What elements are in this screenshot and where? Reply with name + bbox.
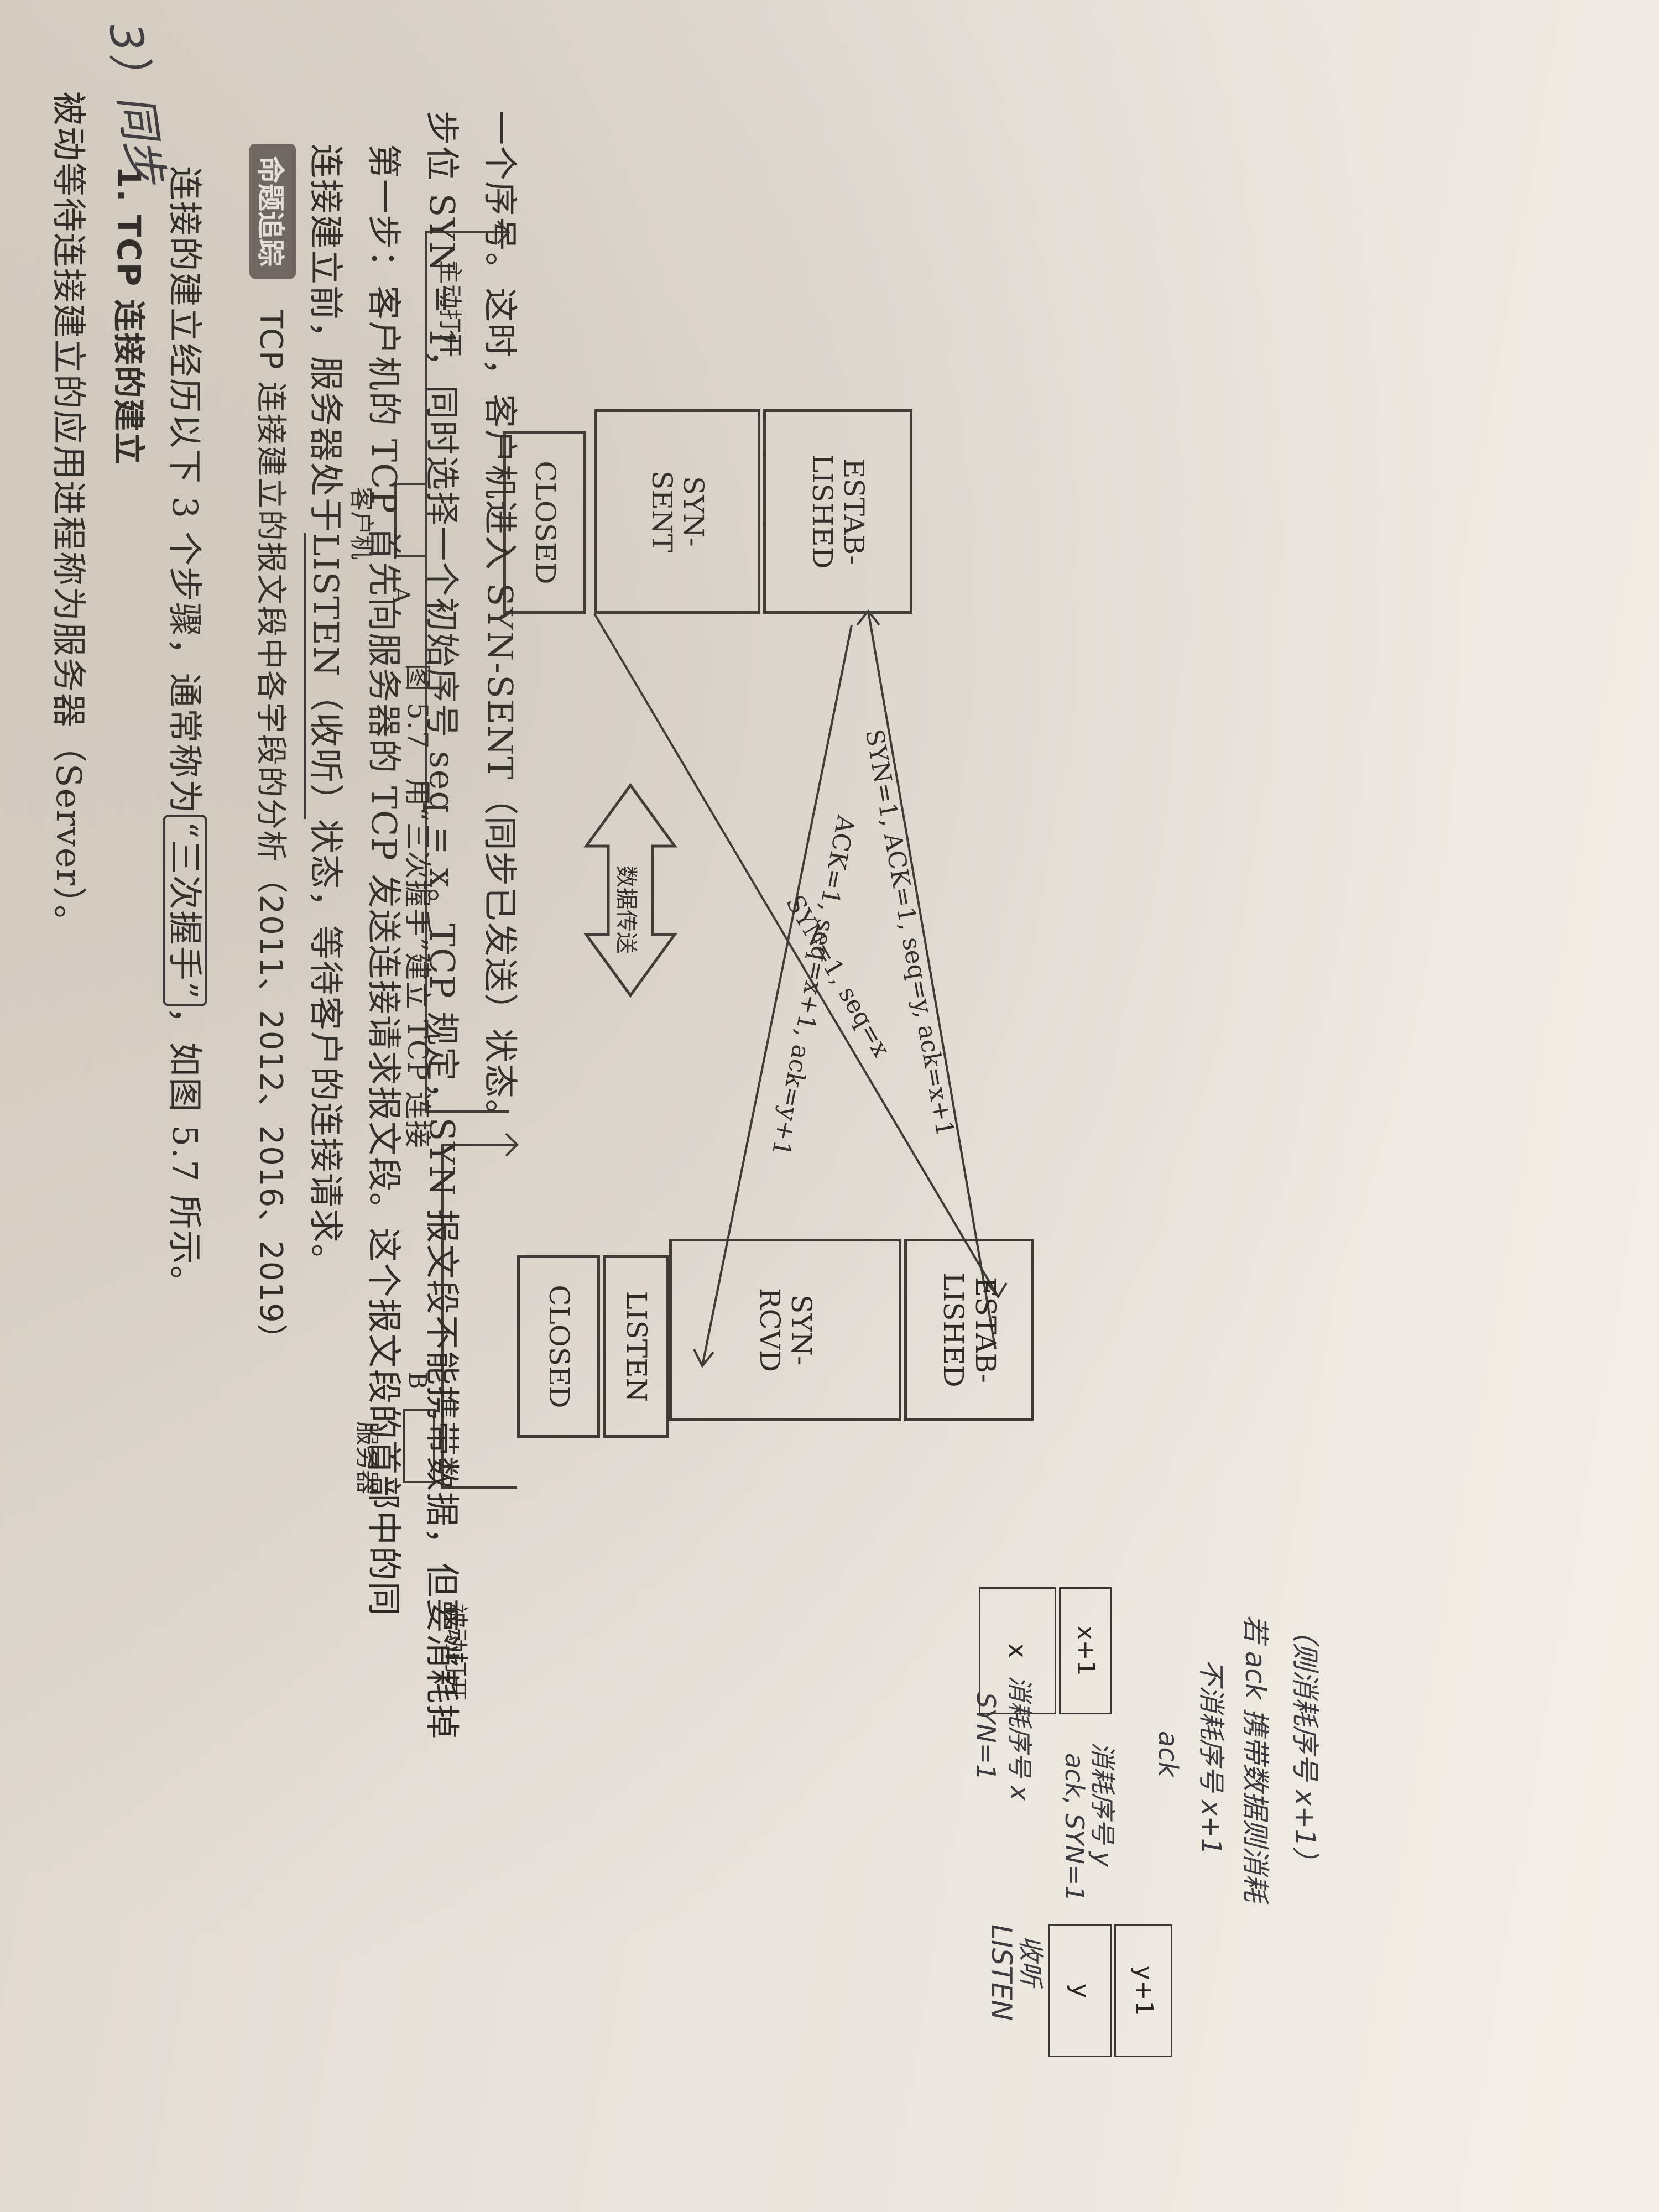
handwritten-box-x: x xyxy=(979,1587,1056,1714)
server-state-established: ESTAB- LISHED xyxy=(904,1239,1034,1421)
data-transfer-label: 数据传送 xyxy=(613,865,639,954)
topic-trace-line: TCP 连接建立的报文段中各字段的分析（2011、2012、2016、2019） xyxy=(253,310,289,1356)
handwritten-listen-state: 收听 xyxy=(1016,1936,1046,1986)
handwritten-note-carry-data: 若 ack 携带数据则消耗 xyxy=(1239,1615,1271,1902)
server-state-syn-rcvd: SYN- RCVD xyxy=(669,1239,901,1421)
step1-line3: 一个序号。这时，客户机进入 SYN-SENT（同步已发送）状态。 xyxy=(480,111,520,1135)
client-state-established: ESTAB- LISHED xyxy=(763,409,912,614)
topic-trace-tag: 命题追踪 xyxy=(249,144,296,279)
before-connection-line: 连接建立前，服务器处于LISTEN（收听）状态，等待客户的连接请求。 xyxy=(304,144,354,1279)
step1-line1: 第一步：客户机的 TCP 首先向服务器的 TCP 发送连接请求报文段。这个报文段… xyxy=(364,144,404,1617)
handwritten-ack: ack xyxy=(1152,1731,1183,1777)
rotated-page-content: 被动等待连接建立的应用进程称为服务器（Server）。 1. TCP 连接的建立… xyxy=(0,0,1659,2212)
handwritten-no-consume: 不消耗序号 x+1 xyxy=(1196,1659,1227,1855)
client-state-syn-sent: SYN- SENT xyxy=(594,409,760,614)
handwritten-box-x1: x+1 xyxy=(1059,1587,1112,1714)
handwritten-box-y1: y+1 xyxy=(1114,1924,1172,2057)
server-state-listen: LISTEN xyxy=(603,1255,669,1438)
handwritten-box-y: y xyxy=(1048,1924,1112,2057)
syn-arrow xyxy=(593,613,999,1298)
handwritten-ack-syn: ack, SYN=1 xyxy=(1060,1753,1089,1902)
listen-state-term: LISTEN（收听） xyxy=(304,533,346,820)
server-state-closed: CLOSED xyxy=(517,1255,600,1438)
before-connection-text: 连接建立前，服务器处于 xyxy=(306,144,346,534)
handshake-diagram xyxy=(394,220,1008,1489)
handwritten-listen: LISTEN xyxy=(985,1924,1018,2021)
handwritten-note-consume: （则消耗序号 x+1） xyxy=(1289,1615,1321,1875)
wait-request-text: 状态，等待客户的连接请求。 xyxy=(306,819,346,1280)
book-page: 被动等待连接建立的应用进程称为服务器（Server）。 1. TCP 连接的建立… xyxy=(0,0,1659,2212)
handwritten-consume-y: 消耗序号 y xyxy=(1088,1742,1118,1867)
step1-line2: 步位 SYN = 1，同时选择一个初始序号 seq = x。TCP 规定，SYN… xyxy=(422,111,462,1740)
